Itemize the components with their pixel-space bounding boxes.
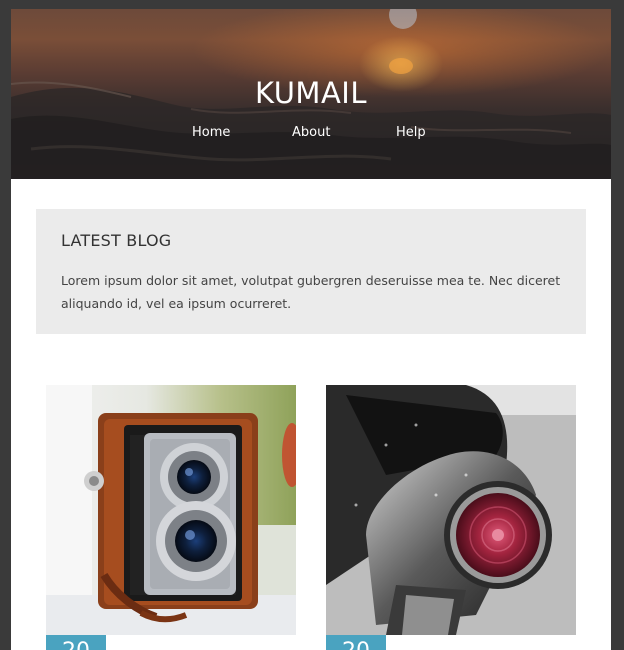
nav-item-home[interactable]: Home (192, 125, 230, 140)
latest-blog-section: LATEST BLOG Lorem ipsum dolor sit amet, … (36, 209, 586, 334)
page-frame: KUMAIL Home About Help LATEST BLOG Lorem… (11, 9, 611, 650)
card-badge: 20 (326, 635, 386, 650)
latest-blog-text: Lorem ipsum dolor sit amet, volutpat gub… (61, 273, 561, 311)
latest-blog-heading: LATEST BLOG (61, 231, 172, 250)
card-badge: 20 (46, 635, 106, 650)
camera-image[interactable] (46, 385, 296, 635)
tail-light-illustration (326, 385, 576, 635)
nav-item-about[interactable]: About (292, 125, 330, 140)
tail-light-image[interactable] (326, 385, 576, 635)
blog-card: 20 (46, 385, 296, 650)
main-nav: Home About Help (11, 125, 611, 145)
camera-illustration (46, 385, 296, 635)
nav-item-help[interactable]: Help (396, 125, 426, 140)
hero-header: KUMAIL Home About Help (11, 9, 611, 179)
site-title: KUMAIL (254, 76, 368, 111)
blog-card: 20 (326, 385, 576, 650)
